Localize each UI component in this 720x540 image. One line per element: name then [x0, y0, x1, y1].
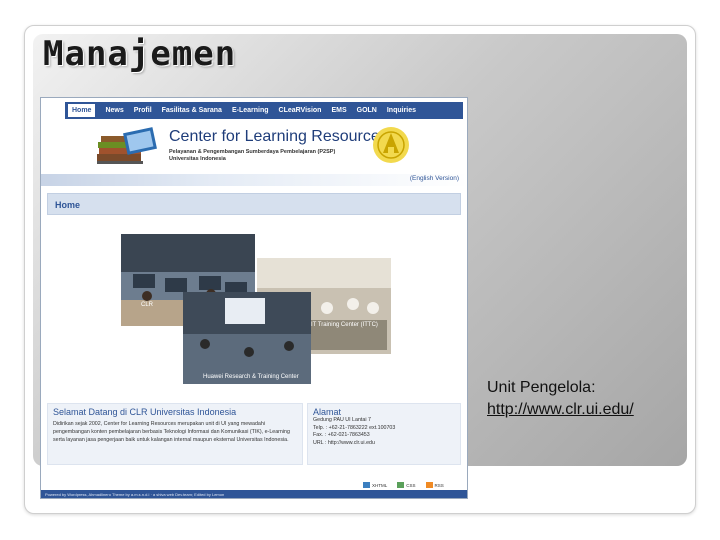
rss-badge[interactable]: RSS — [425, 482, 444, 488]
nav-item-ems[interactable]: EMS — [331, 107, 346, 114]
org-name: Center for Learning Resources — [169, 128, 388, 145]
nav-item-profil[interactable]: Profil — [134, 107, 152, 114]
slide-caption: Unit Pengelola: http://www.clr.ui.edu/ — [487, 377, 634, 421]
nav-item-clearvision[interactable]: CLeaRVision — [279, 107, 322, 114]
site-banner: Center for Learning Resources Pelayanan … — [65, 120, 463, 172]
english-version-link[interactable]: (English Version) — [410, 175, 459, 182]
photo-caption-ittc: IT Training Center (ITTC) — [311, 322, 378, 328]
website-screenshot: Home News Profil Fasilitas & Sarana E-Le… — [40, 97, 468, 499]
address-fax: Fax. : +62-021-7863453 — [313, 432, 370, 438]
address-phone: Telp. : +62-21-7863222 ext.100703 — [313, 424, 396, 431]
facility-photo-collage: CLR IT Training Center (ITTC) Huawei Res… — [121, 234, 391, 384]
rss-badge-label: RSS — [434, 482, 444, 488]
address-url[interactable]: URL : http://www.clr.ui.edu — [313, 440, 455, 448]
validator-badges: XHTML CSS RSS — [363, 482, 444, 488]
nav-item-home[interactable]: Home — [68, 104, 96, 117]
header-stripe — [41, 174, 467, 186]
css-icon — [397, 482, 405, 488]
xhtml-badge-label: XHTML — [372, 482, 388, 488]
page-title: Home — [55, 200, 81, 210]
address-title: Alamat — [313, 407, 342, 417]
photo-caption-huawei: Huawei Research & Training Center — [203, 374, 299, 380]
books-logo-icon — [97, 127, 157, 164]
photo-caption-clr: CLR — [141, 302, 154, 308]
welcome-panel: Selamat Datang di CLR Universitas Indone… — [47, 403, 303, 465]
address-panel: Alamat Gedung PAU UI Lantai 7 Telp. : +6… — [307, 403, 461, 465]
nav-item-inquiries[interactable]: Inquiries — [387, 107, 416, 114]
nav-item-elearning[interactable]: E-Learning — [232, 107, 269, 114]
org-subtitle: Pelayanan & Pengembangan Sumberdaya Pemb… — [169, 149, 336, 155]
rss-icon — [425, 482, 433, 488]
nav-item-news[interactable]: News — [105, 107, 123, 114]
slide-title: Manajemen — [43, 34, 237, 74]
huawei-center-photo — [183, 292, 311, 384]
css-badge[interactable]: CSS — [397, 482, 416, 488]
page-heading-bar: Home — [47, 193, 461, 215]
caption-label: Unit Pengelola: — [487, 379, 596, 396]
nav-item-fasilitas[interactable]: Fasilitas & Sarana — [162, 107, 222, 114]
address-line: Gedung PAU UI Lantai 7 — [313, 417, 371, 423]
site-footer: Powered by Wordpress, Ahmadlinero Theme … — [41, 490, 467, 498]
site-nav-bar: Home News Profil Fasilitas & Sarana E-Le… — [65, 102, 463, 119]
university-seal-icon — [373, 127, 409, 163]
university-name: Universitas Indonesia — [169, 156, 226, 162]
xhtml-badge[interactable]: XHTML — [363, 482, 387, 488]
welcome-body: Didirikan sejak 2002, Center for Learnin… — [53, 421, 290, 443]
css-badge-label: CSS — [406, 482, 416, 488]
nav-item-goln[interactable]: GOLN — [357, 107, 377, 114]
footer-credits: Powered by Wordpress, Ahmadlinero Theme … — [45, 492, 225, 497]
xhtml-icon — [363, 482, 370, 488]
caption-url-link[interactable]: http://www.clr.ui.edu/ — [487, 399, 634, 421]
welcome-title: Selamat Datang di CLR Universitas Indone… — [53, 407, 237, 417]
